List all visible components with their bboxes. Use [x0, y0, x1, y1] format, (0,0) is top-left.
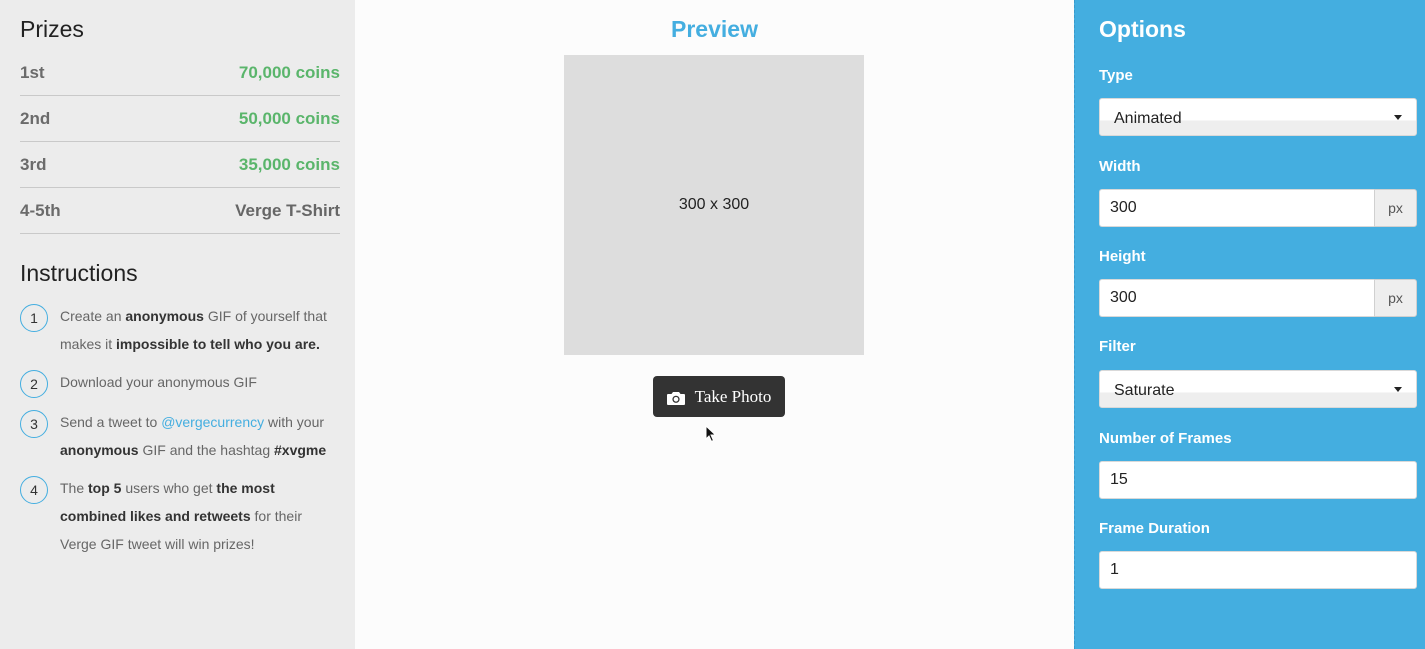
width-input[interactable]: 300 — [1099, 189, 1374, 227]
frames-input[interactable]: 15 — [1099, 461, 1417, 499]
chevron-down-icon — [1394, 387, 1402, 392]
duration-label: Frame Duration — [1099, 520, 1210, 537]
options-panel: Options Type Animated Width 300 px Heigh… — [1074, 0, 1425, 649]
prize-value: Verge T-Shirt — [235, 200, 340, 220]
height-input[interactable]: 300 — [1099, 279, 1374, 317]
prize-rank: 3rd — [20, 154, 47, 174]
step-number-badge: 4 — [20, 476, 48, 504]
step-number-badge: 3 — [20, 410, 48, 438]
height-label: Height — [1099, 248, 1146, 265]
prize-row: 3rd 35,000 coins — [20, 142, 340, 188]
type-select[interactable]: Animated — [1099, 98, 1417, 136]
step-number-badge: 1 — [20, 304, 48, 332]
preview-placeholder: 300 x 300 — [564, 55, 864, 355]
width-input-group: 300 px — [1099, 189, 1417, 227]
prize-row: 1st 70,000 coins — [20, 50, 340, 96]
prize-value: 35,000 coins — [238, 154, 340, 174]
instructions-heading: Instructions — [20, 260, 138, 286]
instruction-steps: 1 Create an anonymous GIF of yourself th… — [20, 302, 340, 568]
filter-select-value: Saturate — [1114, 382, 1175, 399]
preview-dimensions-label: 300 x 300 — [678, 196, 750, 213]
prize-rank: 1st — [20, 62, 45, 82]
twitter-handle-link[interactable]: @vergecurrency — [161, 414, 264, 430]
step-text: Download your anonymous GIF — [60, 374, 257, 390]
height-unit-addon: px — [1374, 279, 1417, 317]
prizes-heading: Prizes — [20, 16, 84, 42]
instruction-step: 1 Create an anonymous GIF of yourself th… — [20, 302, 340, 358]
type-select-value: Animated — [1114, 110, 1182, 127]
height-input-group: 300 px — [1099, 279, 1417, 317]
take-photo-label: Take Photo — [694, 386, 772, 406]
prize-list: 1st 70,000 coins 2nd 50,000 coins 3rd 35… — [20, 50, 340, 234]
instruction-step: 3 Send a tweet to @vergecurrency with yo… — [20, 408, 340, 464]
prize-value: 50,000 coins — [238, 108, 340, 128]
chevron-down-icon — [1394, 115, 1402, 120]
width-label: Width — [1099, 158, 1141, 175]
preview-heading: Preview — [671, 16, 758, 42]
filter-select[interactable]: Saturate — [1099, 370, 1417, 408]
step-text: Send a tweet to @vergecurrency with your… — [60, 414, 327, 458]
step-text: The top 5 users who get the most combine… — [60, 480, 302, 552]
prize-rank: 2nd — [20, 108, 51, 128]
width-unit-addon: px — [1374, 189, 1417, 227]
prize-row: 4-5th Verge T-Shirt — [20, 188, 340, 234]
frames-label: Number of Frames — [1099, 430, 1232, 447]
instruction-step: 4 The top 5 users who get the most combi… — [20, 474, 340, 558]
prize-value: 70,000 coins — [238, 62, 340, 82]
duration-input[interactable]: 1 — [1099, 551, 1417, 589]
take-photo-button[interactable]: Take Photo — [653, 376, 785, 417]
type-label: Type — [1099, 67, 1133, 84]
step-text: Create an anonymous GIF of yourself that… — [60, 308, 327, 352]
options-heading: Options — [1099, 16, 1186, 42]
camera-icon — [666, 390, 685, 405]
instruction-step: 2 Download your anonymous GIF — [20, 368, 340, 398]
prize-rank: 4-5th — [20, 200, 61, 220]
filter-label: Filter — [1099, 338, 1136, 355]
left-sidebar: Prizes 1st 70,000 coins 2nd 50,000 coins… — [0, 0, 355, 649]
mouse-cursor-icon — [705, 424, 717, 448]
prize-row: 2nd 50,000 coins — [20, 96, 340, 142]
step-number-badge: 2 — [20, 370, 48, 398]
